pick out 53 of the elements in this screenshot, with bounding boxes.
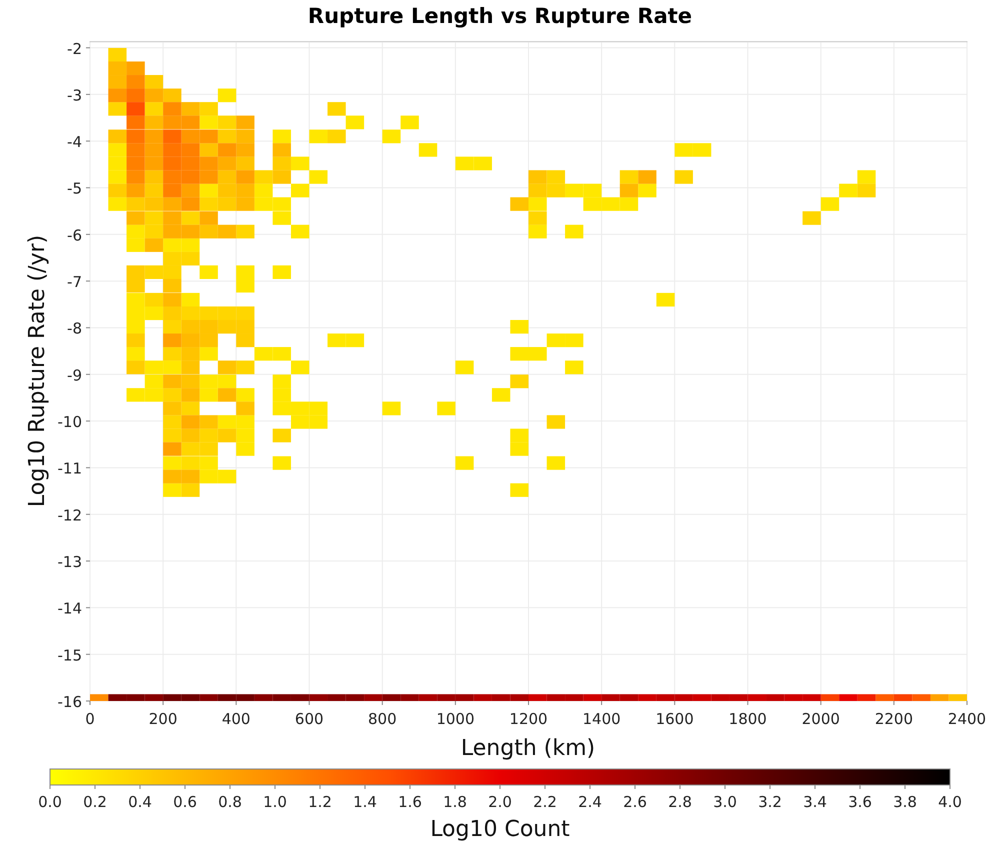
axis-tick-label: 800 <box>368 710 397 728</box>
axis-tick-label: -9 <box>67 366 82 384</box>
scale-tick-label: 1.2 <box>308 793 332 811</box>
scale-tick-label: 0.0 <box>38 793 62 811</box>
axis-tick-label: 1800 <box>728 710 767 728</box>
axis-tick-label: 2200 <box>874 710 913 728</box>
axis-tick-label: -15 <box>58 646 82 664</box>
axis-tick-label: 1600 <box>656 710 694 728</box>
scale-tick-label: 1.0 <box>263 793 287 811</box>
scale-title: Log10 Count <box>430 817 570 842</box>
axis-tick-label: -4 <box>67 133 82 152</box>
axis-tick-label: 1400 <box>582 710 621 728</box>
axis-tick-label: -2 <box>67 40 82 58</box>
scale-tick-label: 1.8 <box>443 793 467 811</box>
axis-tick-label: -8 <box>67 320 82 338</box>
axis-tick-label: 400 <box>222 710 250 728</box>
scale-tick-label: 3.0 <box>713 793 737 811</box>
scale-tick-label: 1.4 <box>353 793 377 811</box>
axis-tick-label: -6 <box>67 226 82 244</box>
scale-tick-label: 0.6 <box>173 793 197 811</box>
axis-tick-label: 2000 <box>802 710 840 728</box>
scale-tick-label: 2.4 <box>578 793 602 811</box>
scale-tick-label: 3.6 <box>848 793 872 811</box>
axis-tick-label: -13 <box>58 553 82 572</box>
axis-title: Length (km) <box>460 736 596 761</box>
axis-title: Log10 Rupture Rate (/yr) <box>25 234 50 508</box>
axis-tick-label: -12 <box>58 506 82 524</box>
axis-tick-label: -10 <box>58 413 82 432</box>
scale-tick-label: 4.0 <box>938 793 962 811</box>
axis-tick-label: 0 <box>85 710 95 728</box>
scale-tick-label: 3.4 <box>803 793 827 811</box>
axis-tick-label: -5 <box>67 180 82 198</box>
axis-tick-label: -11 <box>58 460 82 478</box>
axis-tick-label: 2400 <box>948 710 986 728</box>
scale-tick-label: 0.4 <box>128 793 152 811</box>
scale-tick-label: 2.2 <box>533 793 557 811</box>
scale-tick-label: 2.0 <box>488 793 512 811</box>
chart-title: Rupture Length vs Rupture Rate <box>308 4 692 28</box>
axis-tick-label: -14 <box>58 600 82 618</box>
scale-tick-label: 2.6 <box>623 793 647 811</box>
axis-tick-label: 200 <box>148 710 178 728</box>
axis-tick-label: -3 <box>67 86 82 104</box>
axis-tick-label: 1200 <box>509 710 548 728</box>
scale-tick-label: 0.8 <box>218 793 242 811</box>
scale-tick-label: 1.6 <box>398 793 422 811</box>
scale-tick-label: 2.8 <box>668 793 692 811</box>
axis-tick-label: 600 <box>294 710 324 728</box>
scale-tick-label: 0.2 <box>83 793 107 811</box>
axis-tick-label: -16 <box>58 693 82 711</box>
scale-tick-label: 3.2 <box>758 793 782 811</box>
axis-tick-label: 1000 <box>436 710 474 728</box>
axis-tick-label: -7 <box>67 273 82 292</box>
scale-tick-label: 3.8 <box>893 793 917 811</box>
